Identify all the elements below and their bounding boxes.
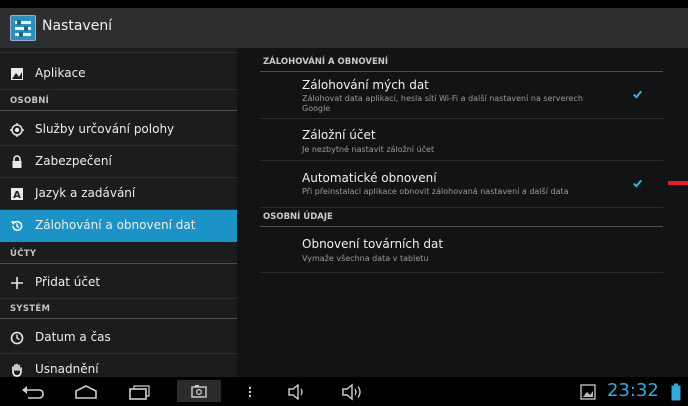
pref-backup-my-data[interactable]: Zálohování mých dat Zálohovat data aplik… (260, 72, 663, 119)
sidebar-item-backup[interactable]: Zálohování a obnovení dat (0, 210, 237, 242)
sidebar-item-apps[interactable]: Aplikace (0, 58, 237, 90)
sidebar-item-label: Aplikace (35, 66, 86, 80)
sidebar-item-label: Služby určování polohy (35, 122, 175, 136)
sidebar-item-accessibility[interactable]: Usnadnění (0, 354, 237, 377)
overflow-menu-icon[interactable] (246, 381, 254, 403)
sidebar-item-partial[interactable] (0, 48, 237, 53)
checkbox-checked-icon[interactable] (633, 90, 642, 99)
status-clock[interactable]: 23:32 (607, 380, 659, 401)
settings-app-icon[interactable] (10, 15, 36, 41)
page-title: Nastavení (42, 18, 113, 34)
home-icon[interactable] (72, 381, 100, 403)
svg-text:A: A (13, 190, 21, 201)
sidebar-item-label: Jazyk a zadávání (35, 186, 136, 200)
backup-reset-pane: ZÁLOHOVÁNÍ A OBNOVENÍ Zálohování mých da… (237, 48, 688, 377)
sidebar-item-label: Datum a čas (35, 330, 111, 344)
section-header-personal-data: OSOBNÍ ÚDAJE (260, 208, 663, 227)
red-marker (668, 181, 688, 185)
hand-icon (12, 363, 22, 377)
pref-title: Obnovení továrních dat (302, 237, 444, 251)
section-header-system: SYSTÉM (0, 299, 237, 319)
pref-summary: Je nezbytné nastavit záložní účet (302, 145, 435, 154)
pref-summary: Vymaže všechna data v tabletu (302, 254, 429, 263)
settings-sidebar[interactable]: Aplikace OSOBNÍ Služby určování polohy Z… (0, 48, 237, 377)
sidebar-item-label: Zálohování a obnovení dat (35, 218, 196, 232)
clock-icon (10, 331, 24, 345)
lock-icon (12, 155, 22, 168)
sidebar-item-label: Usnadnění (35, 362, 99, 376)
screenshot-button[interactable] (177, 380, 221, 402)
language-icon: A (11, 188, 23, 201)
gallery-notification-icon[interactable] (580, 384, 596, 400)
volume-down-icon[interactable] (286, 381, 312, 403)
pref-title: Záložní účet (302, 128, 376, 142)
plus-icon (11, 277, 23, 289)
checkbox-checked-icon[interactable] (633, 179, 642, 188)
sidebar-item-label: Přidat účet (35, 275, 101, 289)
backup-icon (11, 220, 23, 232)
section-header-accounts: ÚČTY (0, 244, 237, 264)
sidebar-item-date-time[interactable]: Datum a čas (0, 322, 237, 354)
back-icon[interactable] (20, 381, 46, 403)
apps-icon (11, 68, 23, 80)
battery-icon[interactable] (671, 383, 681, 401)
sidebar-item-add-account[interactable]: Přidat účet (0, 267, 237, 299)
sidebar-item-language[interactable]: A Jazyk a zadávání (0, 178, 237, 210)
system-nav-bar: 23:32 (0, 377, 688, 406)
location-icon (10, 123, 24, 137)
pref-title: Zálohování mých dat (302, 78, 429, 92)
volume-up-icon[interactable] (340, 381, 366, 403)
sidebar-item-security[interactable]: Zabezpečení (0, 146, 237, 178)
recent-apps-icon[interactable] (126, 381, 152, 403)
pref-factory-reset[interactable]: Obnovení továrních dat Vymaže všechna da… (260, 227, 663, 273)
pref-title: Automatické obnovení (302, 171, 437, 185)
section-header-backup: ZÁLOHOVÁNÍ A OBNOVENÍ (260, 53, 663, 72)
pref-auto-restore[interactable]: Automatické obnovení Při přeinstalaci ap… (260, 161, 663, 208)
pref-summary: Při přeinstalaci aplikace obnovit záloho… (302, 187, 569, 196)
action-bar: Nastavení (0, 8, 688, 49)
sidebar-item-label: Zabezpečení (35, 154, 112, 168)
screen: Nastavení Aplikace OSOBNÍ Služby určován… (0, 0, 688, 406)
camera-icon (191, 385, 207, 398)
pref-backup-account[interactable]: Záložní účet Je nezbytné nastavit záložn… (260, 119, 663, 161)
section-header-personal: OSOBNÍ (0, 91, 237, 111)
sidebar-item-location[interactable]: Služby určování polohy (0, 114, 237, 146)
pref-summary: Zálohovat data aplikací, hesla sítí Wi-F… (302, 94, 583, 113)
